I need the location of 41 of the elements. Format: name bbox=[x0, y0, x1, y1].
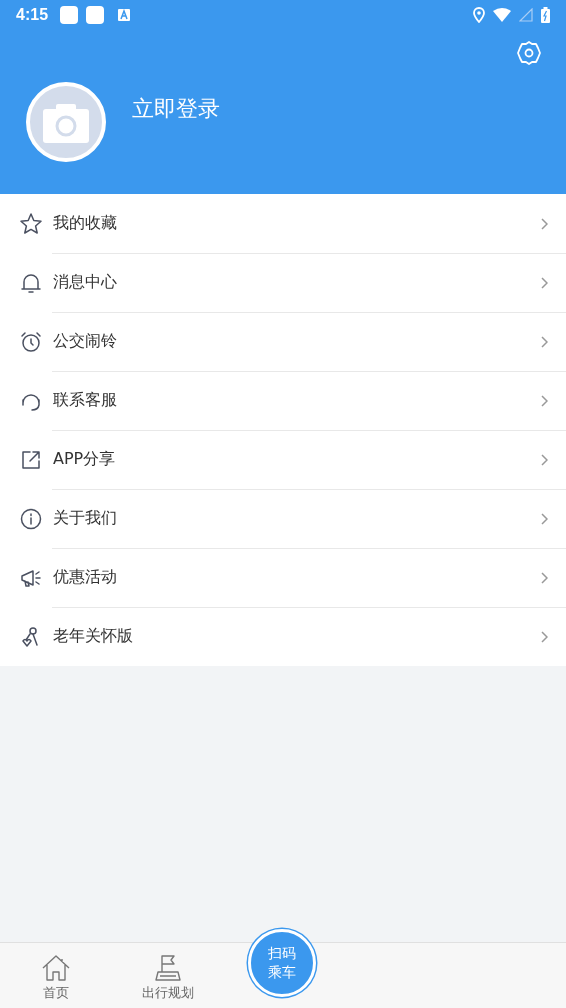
star-icon bbox=[19, 211, 43, 236]
status-time: 4:15 bbox=[16, 6, 49, 24]
home-icon bbox=[40, 954, 72, 982]
menu-label: 联系客服 bbox=[53, 390, 118, 411]
menu-item[interactable]: 优惠活动 bbox=[0, 548, 566, 607]
menu-item[interactable]: 公交闹铃 bbox=[0, 312, 566, 371]
wifi-icon bbox=[493, 8, 511, 22]
chevron-right-icon bbox=[540, 217, 548, 230]
flag-icon bbox=[152, 954, 184, 982]
chevron-right-icon bbox=[540, 571, 548, 584]
menu-item[interactable]: 联系客服 bbox=[0, 371, 566, 430]
chevron-right-icon bbox=[540, 512, 548, 525]
menu-label: 关于我们 bbox=[53, 508, 118, 529]
nav-tab[interactable]: 首页 bbox=[0, 954, 112, 1008]
menu-item[interactable]: APP分享 bbox=[0, 430, 566, 489]
menu-item[interactable]: 我的收藏 bbox=[0, 194, 566, 253]
menu-label: APP分享 bbox=[53, 449, 117, 470]
chevron-right-icon bbox=[540, 453, 548, 466]
notification-icon bbox=[60, 6, 79, 24]
alarm-clock-icon bbox=[19, 329, 43, 354]
chevron-right-icon bbox=[540, 394, 548, 407]
keyboard-icon bbox=[118, 9, 131, 21]
menu-label: 老年关怀版 bbox=[53, 626, 134, 647]
menu-item[interactable]: 消息中心 bbox=[0, 253, 566, 312]
menu-item[interactable]: 关于我们 bbox=[0, 489, 566, 548]
chevron-right-icon bbox=[540, 335, 548, 348]
menu-item[interactable]: 老年关怀版 bbox=[0, 607, 566, 666]
menu-label: 消息中心 bbox=[53, 272, 118, 293]
battery-icon bbox=[541, 7, 550, 23]
info-icon bbox=[19, 506, 43, 531]
settings-icon[interactable] bbox=[516, 40, 542, 66]
nav-tab[interactable]: 出行规划 bbox=[112, 954, 224, 1008]
location-icon bbox=[473, 7, 485, 23]
notification-icon bbox=[86, 6, 105, 24]
avatar-camera-icon[interactable] bbox=[26, 82, 106, 162]
menu-label: 我的收藏 bbox=[53, 213, 118, 234]
chevron-right-icon bbox=[540, 630, 548, 643]
menu-label: 优惠活动 bbox=[53, 567, 118, 588]
menu-label: 公交闹铃 bbox=[53, 331, 118, 352]
signal-icon bbox=[519, 8, 533, 22]
chevron-right-icon bbox=[540, 276, 548, 289]
